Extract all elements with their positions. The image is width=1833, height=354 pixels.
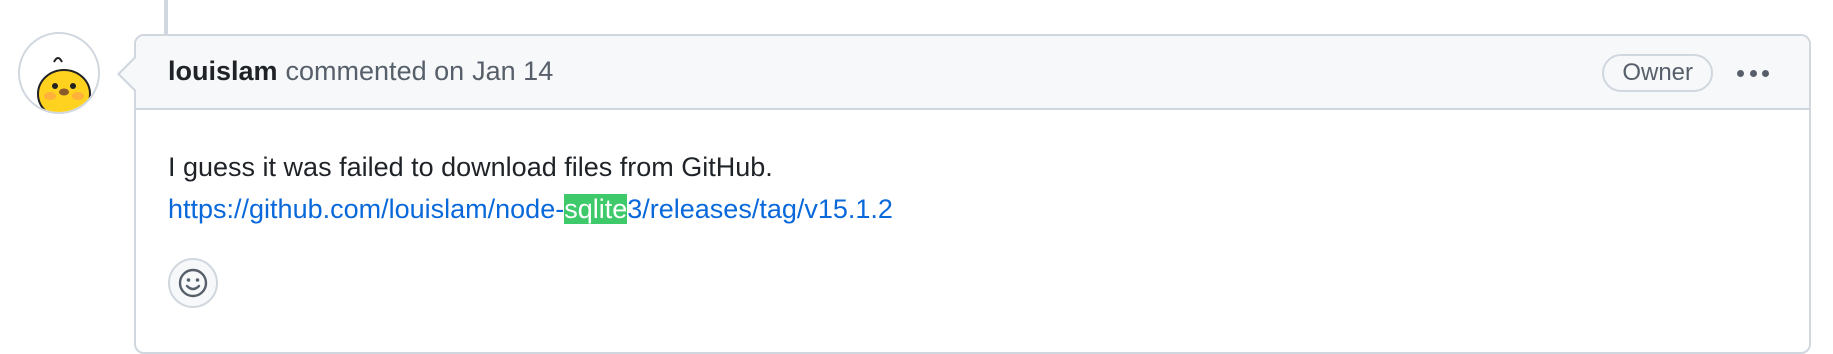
more-options-icon[interactable] xyxy=(1733,56,1773,90)
comment-caret-fill xyxy=(120,58,136,90)
author-link[interactable]: louislam xyxy=(168,56,278,86)
comment-box: louislam commented on Jan 14 Owner I guess… xyxy=(134,34,1811,354)
link-before: https://github.com/louislam/node- xyxy=(168,194,565,224)
comment-date[interactable]: Jan 14 xyxy=(472,56,553,86)
add-reaction-button[interactable] xyxy=(168,258,218,308)
link-highlight: sqlite xyxy=(564,194,628,224)
owner-badge: Owner xyxy=(1602,54,1713,92)
smiley-icon xyxy=(178,268,208,298)
comment-header-text: louislam commented on Jan 14 xyxy=(168,56,553,87)
release-link[interactable]: https://github.com/louislam/node-sqlite3… xyxy=(168,194,893,224)
link-after: 3/releases/tag/v15.1.2 xyxy=(627,194,893,224)
dot xyxy=(1762,69,1769,77)
comment-body: I guess it was failed to download files … xyxy=(168,146,893,230)
avatar[interactable] xyxy=(18,32,100,114)
comment-paragraph: I guess it was failed to download files … xyxy=(168,152,773,182)
dot xyxy=(1737,69,1744,77)
chick-avatar-icon xyxy=(20,34,98,112)
timeline-line xyxy=(164,0,168,34)
comment-action: commented on xyxy=(285,56,465,86)
dot xyxy=(1749,69,1757,77)
comment-header: louislam commented on Jan 14 Owner xyxy=(136,36,1809,110)
